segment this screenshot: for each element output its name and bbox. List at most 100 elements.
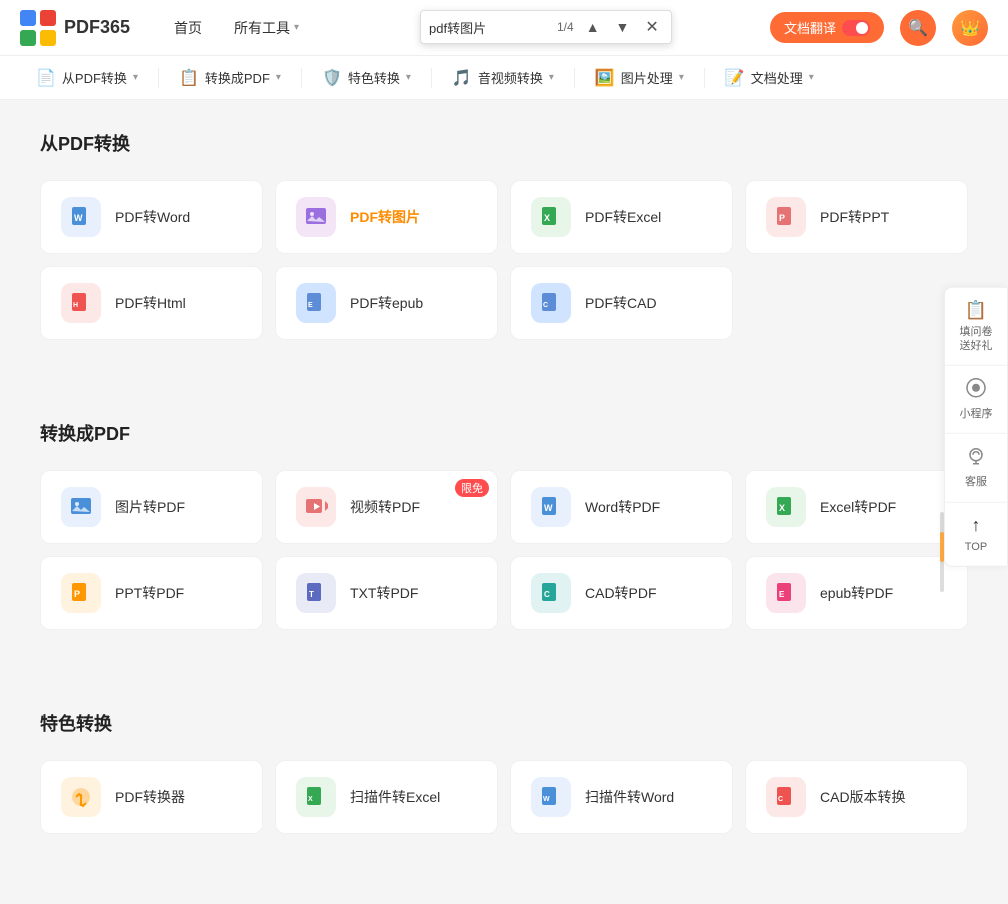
sidebar-survey[interactable]: 📋 填问卷送好礼 (945, 287, 1007, 366)
cad-version-label: CAD版本转换 (820, 787, 906, 807)
pdf-to-cad-icon: C (531, 283, 571, 323)
scan-to-excel-icon: X (296, 777, 336, 817)
tool-scan-to-excel[interactable]: X 扫描件转Excel (275, 760, 498, 834)
tool-pdf-to-word[interactable]: W PDF转Word (40, 180, 263, 254)
pdf-to-html-icon: H (61, 283, 101, 323)
svg-text:X: X (544, 213, 550, 223)
search-close-button[interactable]: ✕ (641, 15, 662, 39)
ppt-to-pdf-label: PPT转PDF (115, 583, 184, 603)
svg-text:C: C (778, 796, 783, 803)
section-from-pdf: 从PDF转换 W PDF转Word PDF转图片 X PDF转Excel (40, 130, 968, 340)
epub-to-pdf-icon: E (766, 573, 806, 613)
nav-home[interactable]: 首页 (160, 12, 216, 44)
tool-pdf-to-excel[interactable]: X PDF转Excel (510, 180, 733, 254)
search-bar-floating: 1/4 ▲ ▼ ✕ (420, 10, 672, 44)
doc-icon: 📝 (725, 68, 745, 88)
epub-to-pdf-label: epub转PDF (820, 583, 893, 603)
tool-pdf-to-cad[interactable]: C PDF转CAD (510, 266, 733, 340)
tool-txt-to-pdf[interactable]: T TXT转PDF (275, 556, 498, 630)
section-divider-2 (0, 670, 1008, 680)
to-pdf-icon: 📋 (179, 68, 199, 88)
tool-word-to-pdf[interactable]: W Word转PDF (510, 470, 733, 544)
tool-cad-version[interactable]: C CAD版本转换 (745, 760, 968, 834)
chevron-down-icon: ▾ (294, 22, 299, 33)
tool-pdf-to-ppt[interactable]: P PDF转PPT (745, 180, 968, 254)
tool-pdf-to-epub[interactable]: E PDF转epub (275, 266, 498, 340)
main-area: 从PDF转换 W PDF转Word PDF转图片 X PDF转Excel (0, 100, 1008, 904)
separator (158, 68, 159, 88)
svg-text:P: P (74, 589, 80, 599)
pdf-to-excel-label: PDF转Excel (585, 207, 661, 227)
toolbar-doc[interactable]: 📝 文档处理 ▾ (709, 62, 830, 94)
svg-text:W: W (544, 503, 553, 513)
tool-pdf-to-html[interactable]: H PDF转Html (40, 266, 263, 340)
video-to-pdf-icon (296, 487, 336, 527)
toggle-switch[interactable] (842, 20, 870, 36)
cad-version-icon: C (766, 777, 806, 817)
from-pdf-icon: 📄 (36, 68, 56, 88)
limited-free-badge: 限免 (455, 479, 489, 497)
sidebar-service[interactable]: 客服 (945, 434, 1007, 502)
word-to-pdf-icon: W (531, 487, 571, 527)
toolbar-to-pdf[interactable]: 📋 转换成PDF ▾ (163, 62, 297, 94)
section-to-pdf-title: 转换成PDF (40, 420, 968, 446)
special-icon: 🛡️ (322, 68, 342, 88)
sidebar-top[interactable]: ↑ TOP (945, 502, 1007, 565)
tool-excel-to-pdf[interactable]: X Excel转PDF (745, 470, 968, 544)
svg-text:E: E (308, 302, 313, 309)
svg-text:P: P (779, 213, 785, 223)
toolbar-from-pdf[interactable]: 📄 从PDF转换 ▾ (20, 62, 154, 94)
tool-cad-to-pdf[interactable]: C CAD转PDF (510, 556, 733, 630)
section-from-pdf-title: 从PDF转换 (40, 130, 968, 156)
to-pdf-grid: 图片转PDF 视频转PDF 限免 W Word转PDF X Excel转PD (40, 470, 968, 630)
sidebar-top-label: TOP (965, 539, 987, 553)
separator (704, 68, 705, 88)
logo-text: PDF365 (64, 17, 130, 38)
up-icon: ↑ (972, 514, 981, 535)
miniapp-icon (966, 378, 986, 403)
top-nav: PDF365 首页 所有工具 ▾ 1/4 ▲ ▼ ✕ 文档翻译 🔍 👑 (0, 0, 1008, 56)
image-icon: 🖼️ (595, 68, 615, 88)
toolbar-media[interactable]: 🎵 音视频转换 ▾ (436, 62, 570, 94)
pdf-to-excel-icon: X (531, 197, 571, 237)
sidebar-miniapp-label: 小程序 (960, 407, 993, 421)
nav-all-tools[interactable]: 所有工具 ▾ (220, 12, 313, 44)
search-icon-button[interactable]: 🔍 (900, 10, 936, 46)
tool-image-to-pdf[interactable]: 图片转PDF (40, 470, 263, 544)
video-to-pdf-label: 视频转PDF (350, 497, 420, 517)
sidebar-survey-label: 填问卷送好礼 (960, 324, 993, 353)
tool-epub-to-pdf[interactable]: E epub转PDF (745, 556, 968, 630)
search-prev-button[interactable]: ▲ (582, 17, 604, 37)
ppt-to-pdf-icon: P (61, 573, 101, 613)
svg-text:H: H (73, 302, 78, 309)
svg-text:W: W (74, 213, 83, 223)
nav-right: 文档翻译 🔍 👑 (770, 10, 988, 46)
tool-ppt-to-pdf[interactable]: P PPT转PDF (40, 556, 263, 630)
cad-to-pdf-label: CAD转PDF (585, 583, 657, 603)
chevron-icon: ▾ (406, 72, 411, 83)
search-next-button[interactable]: ▼ (612, 17, 634, 37)
tool-scan-to-word[interactable]: W 扫描件转Word (510, 760, 733, 834)
tool-pdf-to-image[interactable]: PDF转图片 (275, 180, 498, 254)
svg-text:E: E (779, 590, 785, 599)
special-grid: PDF转换器 X 扫描件转Excel W 扫描件转Word C CAD版本转换 (40, 760, 968, 834)
crown-icon: 👑 (960, 18, 980, 38)
pdf-converter-label: PDF转换器 (115, 787, 185, 807)
image-to-pdf-label: 图片转PDF (115, 497, 185, 517)
pdf-to-image-label: PDF转图片 (350, 207, 420, 227)
search-count: 1/4 (557, 20, 574, 34)
svg-text:X: X (308, 796, 313, 803)
pdf-to-image-icon (296, 197, 336, 237)
user-avatar[interactable]: 👑 (952, 10, 988, 46)
search-input[interactable] (429, 20, 549, 35)
pdf-to-ppt-icon: P (766, 197, 806, 237)
tool-video-to-pdf[interactable]: 视频转PDF 限免 (275, 470, 498, 544)
translate-button[interactable]: 文档翻译 (770, 12, 884, 43)
sidebar-miniapp[interactable]: 小程序 (945, 366, 1007, 434)
toolbar-image[interactable]: 🖼️ 图片处理 ▾ (579, 62, 700, 94)
scan-to-word-icon: W (531, 777, 571, 817)
logo-area[interactable]: PDF365 (20, 10, 130, 46)
toolbar-special[interactable]: 🛡️ 特色转换 ▾ (306, 62, 427, 94)
tool-pdf-converter[interactable]: PDF转换器 (40, 760, 263, 834)
txt-to-pdf-label: TXT转PDF (350, 583, 418, 603)
